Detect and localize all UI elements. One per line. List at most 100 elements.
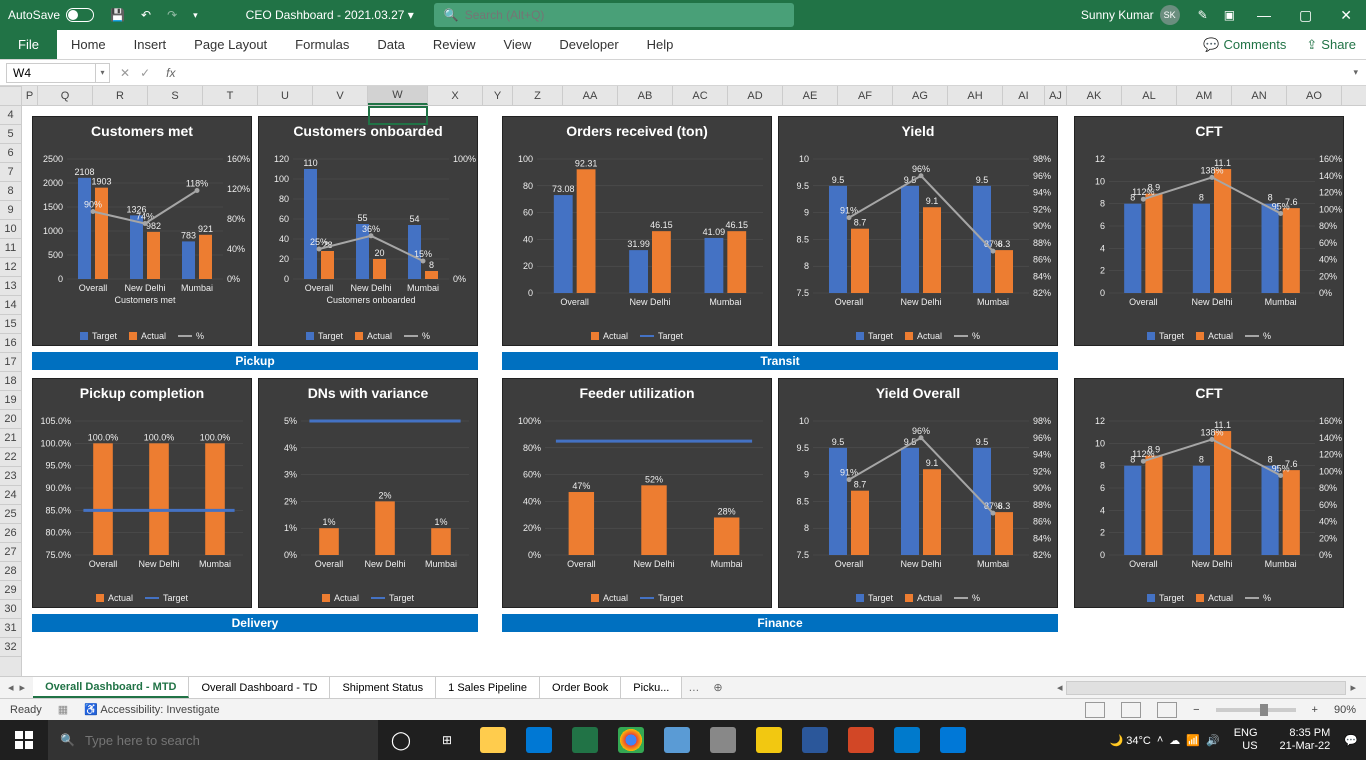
ribbon-tab-insert[interactable]: Insert — [120, 30, 181, 59]
col-header-U[interactable]: U — [258, 86, 313, 105]
col-header-AD[interactable]: AD — [728, 86, 783, 105]
select-all-triangle[interactable] — [0, 86, 22, 105]
row-header-7[interactable]: 7 — [0, 163, 21, 182]
col-header-AA[interactable]: AA — [563, 86, 618, 105]
chart-customers-met[interactable]: Customers met050010001500200025000%40%80… — [32, 116, 252, 346]
col-header-W[interactable]: W — [368, 86, 428, 105]
hscroll-left-icon[interactable]: ◂ — [1053, 681, 1067, 695]
minimize-button[interactable]: — — [1243, 7, 1285, 23]
file-name[interactable]: CEO Dashboard - 2021.03.27 ▾ — [206, 8, 434, 22]
sheet-more-icon[interactable]: … — [682, 682, 705, 694]
col-header-R[interactable]: R — [93, 86, 148, 105]
chart-cft[interactable]: CFT0246810120%20%40%60%80%100%120%140%16… — [1074, 116, 1344, 346]
col-header-AI[interactable]: AI — [1003, 86, 1045, 105]
view-pagebreak-button[interactable] — [1157, 702, 1177, 718]
row-header-8[interactable]: 8 — [0, 182, 21, 201]
name-box[interactable]: W4 — [6, 63, 96, 83]
system-tray[interactable]: 🌙 34°C ˄ ☁ 📶 🔊 ENG US 8:35 PM 21-Mar-22 … — [1102, 727, 1366, 753]
col-header-Y[interactable]: Y — [483, 86, 513, 105]
volume-icon[interactable]: 🔊 — [1206, 734, 1220, 747]
formula-expand-icon[interactable]: ▾ — [1345, 67, 1366, 78]
col-header-AF[interactable]: AF — [838, 86, 893, 105]
row-header-29[interactable]: 29 — [0, 581, 21, 600]
add-sheet-button[interactable]: ⊕ — [705, 681, 730, 694]
powerpoint-icon[interactable] — [838, 720, 884, 760]
enter-formula-icon[interactable]: ✓ — [140, 66, 150, 80]
edge-icon[interactable] — [930, 720, 976, 760]
col-header-AO[interactable]: AO — [1287, 86, 1342, 105]
sheet-tab[interactable]: 1 Sales Pipeline — [436, 677, 540, 698]
col-header-Z[interactable]: Z — [513, 86, 563, 105]
undo-icon[interactable]: ↶ — [133, 8, 159, 22]
chart-customers-onboarded[interactable]: Customers onboarded0204060801001200%100%… — [258, 116, 478, 346]
row-header-26[interactable]: 26 — [0, 524, 21, 543]
chart-pickup-completion[interactable]: Pickup completion75.0%80.0%85.0%90.0%95.… — [32, 378, 252, 608]
chrome-icon[interactable] — [608, 720, 654, 760]
taskbar-search-input[interactable] — [85, 733, 366, 748]
row-header-10[interactable]: 10 — [0, 220, 21, 239]
row-header-22[interactable]: 22 — [0, 448, 21, 467]
close-button[interactable]: ✕ — [1326, 7, 1366, 24]
sheet-tab[interactable]: Overall Dashboard - TD — [189, 677, 330, 698]
row-header-11[interactable]: 11 — [0, 239, 21, 258]
sheet-tab[interactable]: Overall Dashboard - MTD — [33, 677, 189, 698]
col-header-V[interactable]: V — [313, 86, 368, 105]
col-header-AM[interactable]: AM — [1177, 86, 1232, 105]
ribbon-tab-home[interactable]: Home — [57, 30, 120, 59]
clock[interactable]: ENG US — [1226, 727, 1266, 753]
share-button[interactable]: ⇪ Share — [1296, 37, 1366, 53]
row-header-30[interactable]: 30 — [0, 600, 21, 619]
ribbon-tab-help[interactable]: Help — [633, 30, 688, 59]
wifi-icon[interactable]: 📶 — [1186, 734, 1200, 747]
search-input[interactable] — [465, 8, 784, 22]
chart-orders-received[interactable]: Orders received (ton)02040608010073.0892… — [502, 116, 772, 346]
sheet-tab[interactable]: Shipment Status — [330, 677, 436, 698]
sheet-tab[interactable]: Picku... — [621, 677, 682, 698]
row-header-12[interactable]: 12 — [0, 258, 21, 277]
powerbi-icon[interactable] — [746, 720, 792, 760]
comments-button[interactable]: 💬 Comments — [1193, 37, 1296, 53]
row-header-23[interactable]: 23 — [0, 467, 21, 486]
chart-cft2[interactable]: CFT0246810120%20%40%60%80%100%120%140%16… — [1074, 378, 1344, 608]
col-header-AE[interactable]: AE — [783, 86, 838, 105]
notifications-icon[interactable]: 💬 — [1344, 734, 1358, 747]
ribbon-tab-view[interactable]: View — [489, 30, 545, 59]
maximize-button[interactable]: ▢ — [1285, 7, 1326, 24]
row-header-20[interactable]: 20 — [0, 410, 21, 429]
zoom-level[interactable]: 90% — [1334, 704, 1356, 716]
taskview-icon[interactable]: ◯ — [378, 720, 424, 760]
spreadsheet-grid[interactable]: 4567891011121314151617181920212223242526… — [0, 106, 1366, 676]
col-header-AH[interactable]: AH — [948, 86, 1003, 105]
ribbon-tab-file[interactable]: File — [0, 30, 57, 59]
cortana-icon[interactable]: ⊞ — [424, 720, 470, 760]
row-header-24[interactable]: 24 — [0, 486, 21, 505]
vscode-icon[interactable] — [884, 720, 930, 760]
save-icon[interactable]: 💾 — [102, 8, 133, 22]
view-normal-button[interactable] — [1085, 702, 1105, 718]
chart-feeder-util[interactable]: Feeder utilization0%20%40%60%80%100%47%O… — [502, 378, 772, 608]
redo-icon[interactable]: ↷ — [159, 8, 185, 22]
namebox-dropdown-icon[interactable]: ▾ — [96, 63, 110, 83]
ribbon-tab-formulas[interactable]: Formulas — [281, 30, 363, 59]
user-account[interactable]: Sunny Kumar SK — [1071, 5, 1190, 25]
tray-expand-icon[interactable]: ˄ — [1157, 734, 1163, 746]
row-header-31[interactable]: 31 — [0, 619, 21, 638]
excel-icon[interactable] — [562, 720, 608, 760]
view-pagelayout-button[interactable] — [1121, 702, 1141, 718]
col-header-P[interactable]: P — [22, 86, 38, 105]
row-header-32[interactable]: 32 — [0, 638, 21, 657]
col-header-AK[interactable]: AK — [1067, 86, 1122, 105]
accessibility-status[interactable]: ♿ Accessibility: Investigate — [84, 703, 219, 716]
row-header-13[interactable]: 13 — [0, 277, 21, 296]
row-header-9[interactable]: 9 — [0, 201, 21, 220]
ribbon-tab-data[interactable]: Data — [363, 30, 418, 59]
teams-icon[interactable]: ✎ — [1190, 8, 1216, 22]
row-header-25[interactable]: 25 — [0, 505, 21, 524]
horizontal-scrollbar[interactable] — [1066, 681, 1346, 695]
col-header-AL[interactable]: AL — [1122, 86, 1177, 105]
cancel-formula-icon[interactable]: ✕ — [120, 66, 130, 80]
row-header-17[interactable]: 17 — [0, 353, 21, 372]
col-header-AC[interactable]: AC — [673, 86, 728, 105]
notepad-icon[interactable] — [654, 720, 700, 760]
row-header-28[interactable]: 28 — [0, 562, 21, 581]
